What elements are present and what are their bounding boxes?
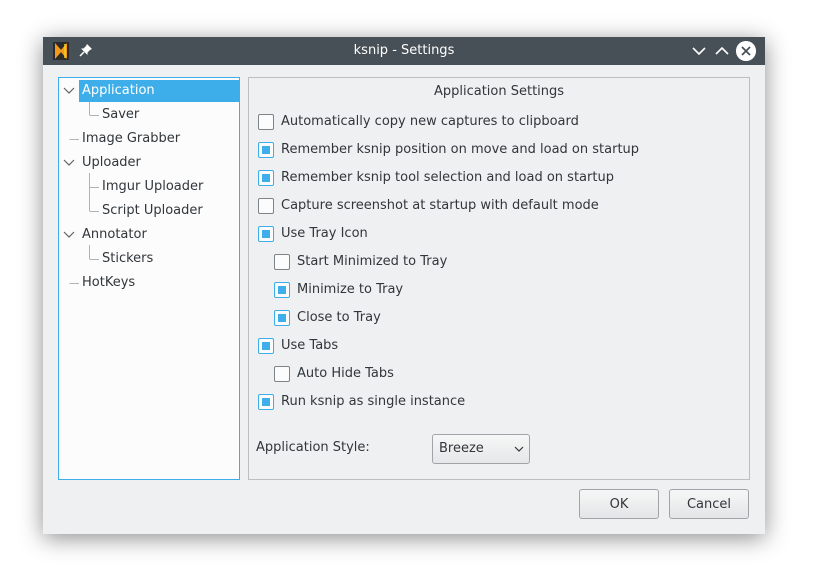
checkbox-box[interactable] [258, 226, 274, 242]
tree-item-label: Image Grabber [82, 131, 181, 146]
checkbox-label: Start Minimized to Tray [297, 254, 448, 269]
checkbox-label: Use Tray Icon [281, 226, 368, 241]
cancel-button[interactable]: Cancel [669, 489, 749, 519]
tree-item-stickers[interactable]: Stickers [102, 248, 153, 270]
tree-item-hotkeys[interactable]: HotKeys [82, 272, 135, 294]
checkbox-label: Capture screenshot at startup with defau… [281, 198, 599, 213]
tree-item-label: Saver [102, 107, 140, 122]
checkbox-label: Automatically copy new captures to clipb… [281, 114, 579, 129]
tree-item-label: Uploader [82, 155, 141, 170]
tree-item-imgur-uploader[interactable]: Imgur Uploader [102, 176, 203, 198]
collapse-chevron-icon[interactable] [63, 229, 75, 241]
checkbox-box[interactable] [258, 170, 274, 186]
application-style-label: Application Style: [256, 440, 370, 455]
tree-item-application[interactable]: Application [79, 80, 239, 102]
tree-item-saver[interactable]: Saver [102, 104, 139, 126]
checkbox-box[interactable] [258, 142, 274, 158]
checkbox-box[interactable] [274, 310, 290, 326]
checkbox-box[interactable] [258, 338, 274, 354]
tree-item-label: Application [82, 83, 155, 98]
tree-item-annotator[interactable]: Annotator [82, 224, 147, 246]
minimize-chevron-icon[interactable] [690, 42, 708, 60]
checkbox-box[interactable] [274, 254, 290, 270]
checkbox-box[interactable] [258, 114, 274, 130]
checkbox-label: Remember ksnip position on move and load… [281, 142, 640, 157]
settings-dialog: ksnip - Settings Application Saver Image… [43, 37, 765, 534]
ok-button[interactable]: OK [579, 489, 659, 519]
application-settings-group: Application Settings Automatically copy … [248, 77, 750, 480]
tree-item-image-grabber[interactable]: Image Grabber [82, 128, 180, 150]
checkbox-label: Remember ksnip tool selection and load o… [281, 170, 614, 185]
window-title: ksnip - Settings [353, 43, 455, 58]
checkbox-label: Minimize to Tray [297, 282, 404, 297]
tree-item-label: Script Uploader [102, 203, 203, 218]
application-style-select[interactable]: Breeze [432, 434, 530, 464]
chevron-down-icon [514, 446, 524, 452]
close-icon[interactable] [736, 41, 756, 61]
collapse-chevron-icon[interactable] [63, 157, 75, 169]
title-bar[interactable]: ksnip - Settings [43, 37, 765, 65]
maximize-chevron-icon[interactable] [713, 42, 731, 60]
checkbox-box[interactable] [258, 394, 274, 410]
tree-item-label: Stickers [102, 251, 154, 266]
checkbox-box[interactable] [274, 366, 290, 382]
tree-item-label: HotKeys [82, 275, 136, 290]
checkbox-label: Use Tabs [281, 338, 339, 353]
checkbox-box[interactable] [258, 198, 274, 214]
tree-item-script-uploader[interactable]: Script Uploader [102, 200, 203, 222]
checkbox-label: Run ksnip as single instance [281, 394, 466, 409]
application-style-value: Breeze [439, 441, 484, 456]
group-title: Application Settings [433, 84, 565, 99]
tree-item-uploader[interactable]: Uploader [82, 152, 141, 174]
checkbox-box[interactable] [274, 282, 290, 298]
settings-category-tree[interactable]: Application Saver Image Grabber Uploader… [58, 77, 240, 480]
collapse-chevron-icon[interactable] [63, 85, 75, 97]
checkbox-label: Auto Hide Tabs [297, 366, 394, 381]
checkbox-label: Close to Tray [297, 310, 381, 325]
tree-item-label: Imgur Uploader [102, 179, 204, 194]
tree-item-label: Annotator [82, 227, 147, 242]
